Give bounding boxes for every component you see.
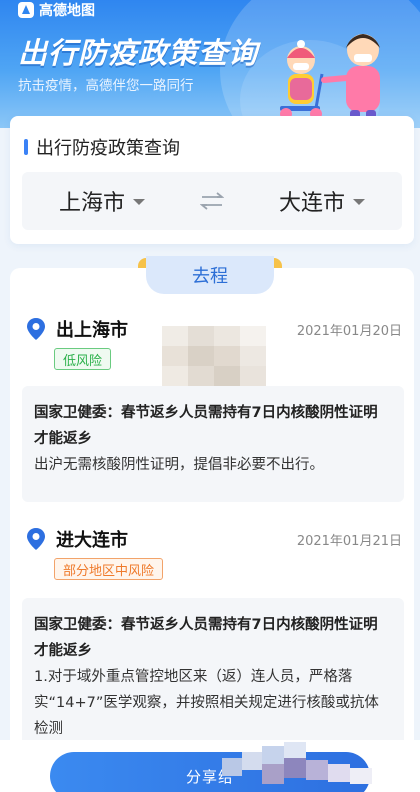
to-city-select[interactable]: 大连市	[242, 185, 402, 217]
from-city-label: 上海市	[58, 191, 125, 216]
arrival-date: 2021年01月21日	[296, 534, 402, 549]
city-selector-row: 上海市 大连市	[22, 172, 402, 230]
blurred-region	[222, 742, 372, 792]
chevron-down-icon	[353, 199, 365, 205]
arrival-notice: 国家卫健委：春节返乡人员需持有7日内核酸阴性证明才能返乡 1.对于域外重点管控地…	[22, 598, 404, 748]
brand: 高德地图	[18, 0, 95, 20]
departure-notice: 国家卫健委：春节返乡人员需持有7日内核酸阴性证明才能返乡 出沪无需核酸阴性证明，…	[22, 386, 404, 502]
notice-heading: 国家卫健委：春节返乡人员需持有7日内核酸阴性证明才能返乡	[34, 617, 378, 659]
notice-heading: 国家卫健委：春节返乡人员需持有7日内核酸阴性证明才能返乡	[34, 405, 378, 447]
query-card: 出行防疫政策查询 上海市 大连市	[10, 116, 414, 244]
location-pin-icon	[27, 528, 45, 550]
swap-icon	[200, 192, 224, 210]
hero-subtitle: 抗击疫情，高德伴您一路同行	[18, 78, 194, 94]
accent-bar	[24, 139, 28, 155]
kids-illustration	[280, 34, 380, 120]
swap-cities-button[interactable]	[182, 192, 242, 210]
chevron-down-icon	[133, 199, 145, 205]
notice-body: 1.对于域外重点管控地区来（返）连人员，严格落实“14+7”医学观察，并按照相关…	[34, 669, 379, 737]
query-title-label: 出行防疫政策查询	[36, 138, 180, 159]
from-city-select[interactable]: 上海市	[22, 185, 182, 217]
risk-badge-medium: 部分地区中风险	[54, 558, 164, 580]
notice-body: 出沪无需核酸阴性证明，提倡非必要不出行。	[34, 457, 324, 473]
arrival-title: 进大连市	[56, 530, 128, 551]
departure-header: 出上海市	[26, 316, 128, 342]
trip-tab[interactable]: 去程	[138, 256, 282, 296]
query-section-title: 出行防疫政策查询	[24, 134, 180, 160]
tab-outbound[interactable]: 去程	[146, 256, 274, 294]
departure-date: 2021年01月20日	[296, 324, 402, 339]
to-city-label: 大连市	[278, 191, 345, 216]
risk-badge-low: 低风险	[54, 348, 112, 370]
hero-banner: 高德地图 出行防疫政策查询 抗击疫情，高德伴您一路同行	[0, 0, 420, 128]
brand-name: 高德地图	[39, 3, 95, 19]
location-pin-icon	[27, 318, 45, 340]
hero-title: 出行防疫政策查询	[18, 36, 259, 70]
departure-title: 出上海市	[56, 320, 128, 341]
amap-logo-icon	[18, 2, 34, 18]
arrival-header: 进大连市	[26, 526, 128, 552]
